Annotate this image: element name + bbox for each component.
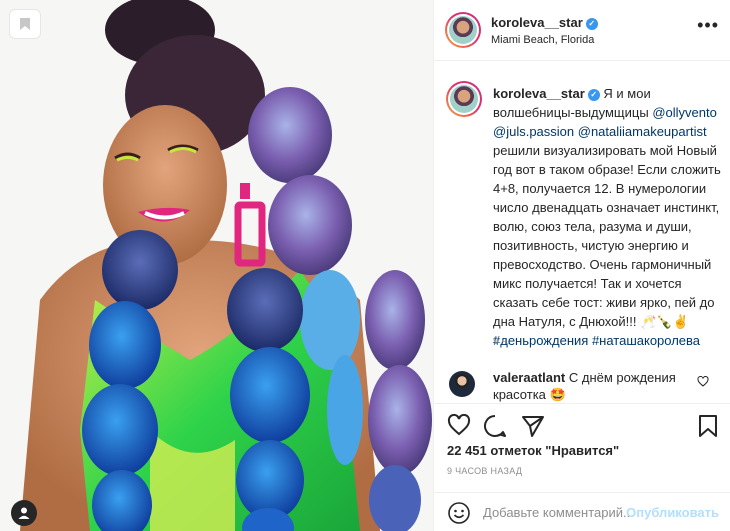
caption-time[interactable]: 9 ч. <box>493 336 509 347</box>
author-username[interactable]: koroleva__star ✓ <box>491 15 598 30</box>
user-tag-icon <box>18 507 30 519</box>
likes-count[interactable]: 22 451 отметок "Нравится" <box>447 443 619 458</box>
post-photo[interactable] <box>0 0 433 531</box>
mention-link[interactable]: @ollyvento <box>652 105 717 120</box>
publish-button[interactable]: Опубликовать <box>626 505 719 520</box>
caption-section: koroleva__star ✓ Я и мои волшебницы-выдум… <box>434 61 730 401</box>
mention-link[interactable]: @juls.passion <box>493 124 574 139</box>
more-horizontal-icon[interactable]: ••• <box>697 16 719 34</box>
comment-input[interactable] <box>483 502 643 522</box>
posted-time[interactable]: 9 ЧАСОВ НАЗАД <box>447 466 522 476</box>
heart-icon[interactable] <box>447 414 471 436</box>
caption-username[interactable]: koroleva__star <box>493 86 585 101</box>
share-icon[interactable] <box>521 414 545 438</box>
user-tag-button[interactable] <box>11 500 37 526</box>
emoji-icon[interactable] <box>448 502 470 524</box>
post-image <box>20 0 432 531</box>
post-header: koroleva__star ✓ Miami Beach, Florida ••• <box>434 0 730 61</box>
author-avatar[interactable] <box>445 12 481 48</box>
verified-icon: ✓ <box>585 18 598 30</box>
verified-icon: ✓ <box>587 89 600 101</box>
post-location[interactable]: Miami Beach, Florida <box>491 34 594 46</box>
save-icon[interactable] <box>698 414 718 438</box>
caption-avatar[interactable] <box>446 81 482 117</box>
caption-text: koroleva__star ✓ Я и мои волшебницы-выдум… <box>493 84 721 350</box>
caption-body: решили визуализировать мой Новый год вот… <box>493 143 721 329</box>
commenter-username[interactable]: valeraatlant <box>493 370 565 385</box>
mention-link[interactable]: @nataliiamakeupartist <box>578 124 707 139</box>
add-comment-bar: Опубликовать <box>434 492 730 531</box>
comment-text: valeraatlant С днём рождения красотка 🤩 <box>493 369 693 403</box>
post-side-panel: koroleva__star ✓ Miami Beach, Florida •••… <box>433 0 730 531</box>
bookmark-badge[interactable] <box>9 9 41 39</box>
author-username-text[interactable]: koroleva__star <box>491 15 583 30</box>
bookmark-badge-icon <box>20 18 30 30</box>
commenter-avatar[interactable] <box>449 371 475 397</box>
comment-like-icon[interactable] <box>697 376 709 387</box>
hashtag-link[interactable]: #наташакоролева <box>592 333 700 348</box>
comment-icon[interactable] <box>483 414 507 438</box>
